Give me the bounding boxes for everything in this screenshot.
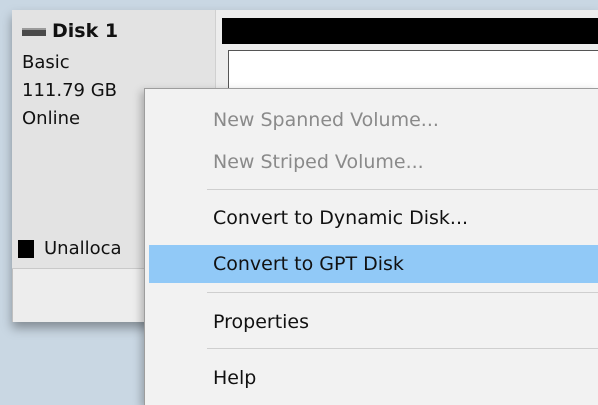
disk-icon (22, 28, 46, 36)
menu-item-help[interactable]: Help (149, 359, 598, 397)
disk-status: Online (22, 108, 81, 129)
menu-item-properties[interactable]: Properties (149, 303, 598, 341)
menu-separator (207, 189, 598, 190)
menu-separator (207, 292, 598, 293)
menu-item-new-spanned-volume[interactable]: New Spanned Volume... (149, 101, 598, 139)
disk-name-row: Disk 1 (22, 20, 118, 42)
disk-type: Basic (22, 52, 70, 73)
disk-name: Disk 1 (52, 20, 119, 42)
menu-separator (207, 348, 598, 349)
menu-item-convert-dynamic[interactable]: Convert to Dynamic Disk... (149, 199, 598, 237)
disk-size: 111.79 GB (22, 80, 118, 101)
legend-swatch (18, 239, 34, 258)
legend-label: Unalloca (44, 238, 122, 259)
legend-unallocated: Unalloca (18, 238, 122, 259)
context-menu: New Spanned Volume... New Striped Volume… (144, 88, 598, 405)
partition-header-bar (222, 18, 598, 44)
menu-item-new-striped-volume[interactable]: New Striped Volume... (149, 143, 598, 181)
menu-item-convert-gpt[interactable]: Convert to GPT Disk (149, 245, 598, 283)
